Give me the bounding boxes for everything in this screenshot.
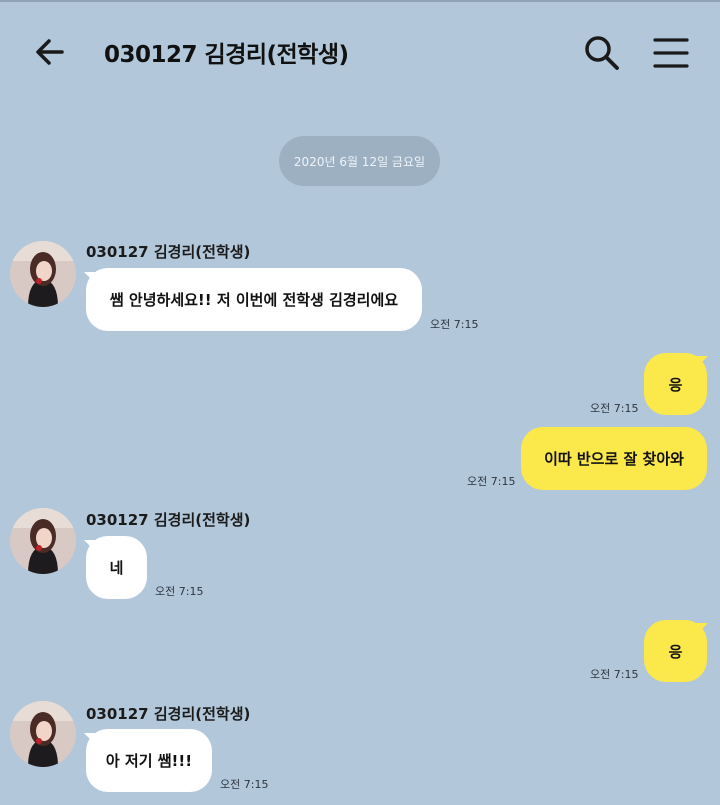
arrow-left-icon[interactable] <box>30 32 70 72</box>
message-text: 쌤 안녕하세요!! 저 이번에 전학생 김경리에요 <box>109 291 399 309</box>
message-bubble-outgoing[interactable]: 이따 반으로 잘 찾아와 <box>521 427 707 490</box>
bubble-tail <box>694 356 708 370</box>
message-time: 오전 7:15 <box>590 402 639 415</box>
message-text: 응 <box>668 375 683 394</box>
sender-name: 030127 김경리(전학생) <box>86 511 251 529</box>
hamburger-menu-icon[interactable] <box>650 34 692 72</box>
message-text: 네 <box>109 559 124 577</box>
date-divider: 2020년 6월 12일 금요일 <box>279 136 440 186</box>
message-bubble-incoming[interactable]: 아 저기 쌤!!! <box>86 729 212 792</box>
message-text: 이따 반으로 잘 찾아와 <box>544 450 684 468</box>
avatar[interactable] <box>10 701 76 767</box>
bubble-tail <box>694 623 708 637</box>
message-time: 오전 7:15 <box>430 318 479 331</box>
chat-header: 030127 김경리(전학생) <box>0 2 720 100</box>
message-text: 응 <box>668 642 683 661</box>
message-text: 아 저기 쌤!!! <box>105 752 193 770</box>
search-icon[interactable] <box>581 32 623 74</box>
message-time: 오전 7:15 <box>467 475 516 488</box>
message-bubble-incoming[interactable]: 쌤 안녕하세요!! 저 이번에 전학생 김경리에요 <box>86 268 422 331</box>
sender-name: 030127 김경리(전학생) <box>86 705 251 723</box>
chat-title: 030127 김경리(전학생) <box>104 42 349 68</box>
message-bubble-incoming[interactable]: 네 <box>86 536 147 599</box>
message-time: 오전 7:15 <box>590 668 639 681</box>
sender-name: 030127 김경리(전학생) <box>86 243 251 261</box>
message-time: 오전 7:15 <box>220 778 269 791</box>
avatar[interactable] <box>10 508 76 574</box>
avatar[interactable] <box>10 241 76 307</box>
message-time: 오전 7:15 <box>155 585 204 598</box>
